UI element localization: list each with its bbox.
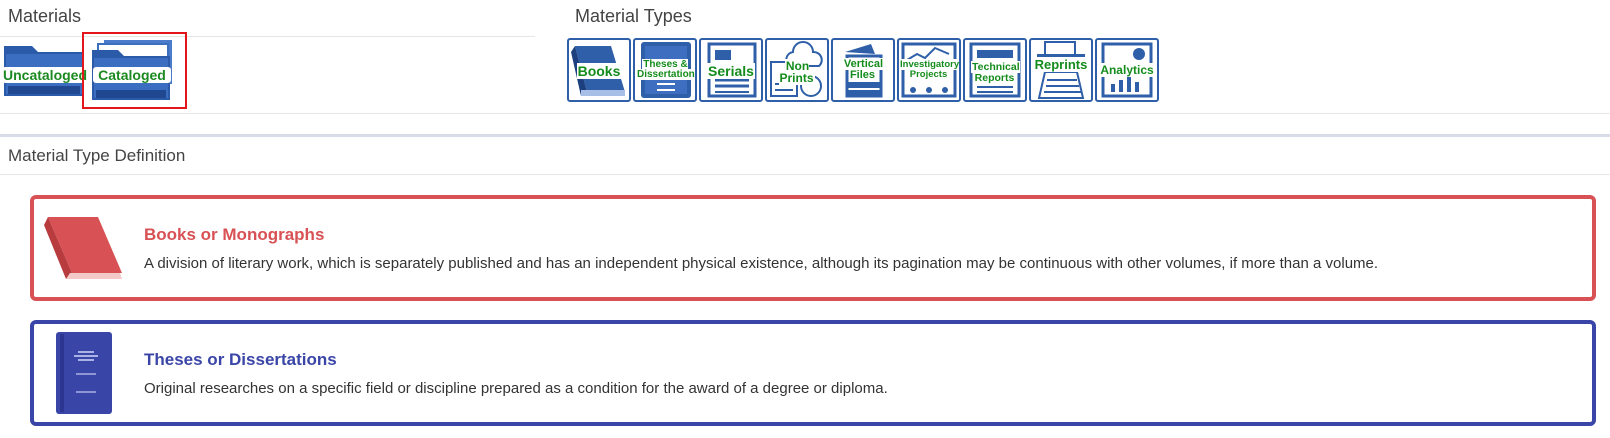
cataloged-label: Cataloged [93, 67, 171, 83]
tile-nonprints[interactable]: Non Prints [765, 38, 829, 102]
definition-text: A division of literary work, which is se… [144, 255, 1379, 272]
materials-heading: Materials [8, 6, 82, 26]
definition-text: Original researches on a specific field … [144, 380, 888, 397]
definition-title: Books or Monographs [144, 225, 325, 244]
tile-serials-label: Serials [707, 63, 755, 79]
tile-analytics[interactable]: Analytics [1095, 38, 1159, 102]
tile-nonprints-label: Non Prints [779, 59, 815, 85]
tile-technical[interactable]: Technical Reports [963, 38, 1027, 102]
section-separator [0, 134, 1610, 137]
tile-theses[interactable]: Theses & Dissertations [633, 38, 697, 102]
uncataloged-label: Uncataloged [2, 67, 88, 83]
tile-technical-label: Technical Reports [971, 61, 1020, 84]
tile-analytics-label: Analytics [1099, 63, 1155, 77]
uncataloged-button[interactable]: Uncataloged [2, 36, 88, 102]
tile-vertical[interactable]: Vertical Files [831, 38, 895, 102]
definition-heading: Material Type Definition [8, 146, 186, 165]
definition-title: Theses or Dissertations [144, 350, 337, 369]
material-types-heading: Material Types [575, 6, 692, 26]
tile-books[interactable]: Books [567, 38, 631, 102]
materials-bottom-divider [0, 113, 1610, 114]
thesis-icon [56, 332, 112, 414]
tile-investigatory[interactable]: Investigatory Projects [897, 38, 961, 102]
definition-divider [0, 174, 1610, 175]
tile-serials[interactable]: Serials [699, 38, 763, 102]
cataloged-button[interactable]: Cataloged [82, 32, 187, 109]
definition-card-theses: Theses or Dissertations Original researc… [30, 320, 1596, 426]
book-icon [44, 217, 122, 279]
tile-investigatory-label: Investigatory Projects [899, 59, 960, 80]
tile-reprints-label: Reprints [1033, 57, 1089, 72]
tile-reprints[interactable]: Reprints [1029, 38, 1093, 102]
definition-card-books: Books or Monographs A division of litera… [30, 195, 1596, 301]
tile-books-label: Books [576, 63, 622, 79]
tile-vertical-label: Vertical Files [842, 58, 884, 81]
tile-theses-label: Theses & Dissertations [635, 59, 695, 80]
